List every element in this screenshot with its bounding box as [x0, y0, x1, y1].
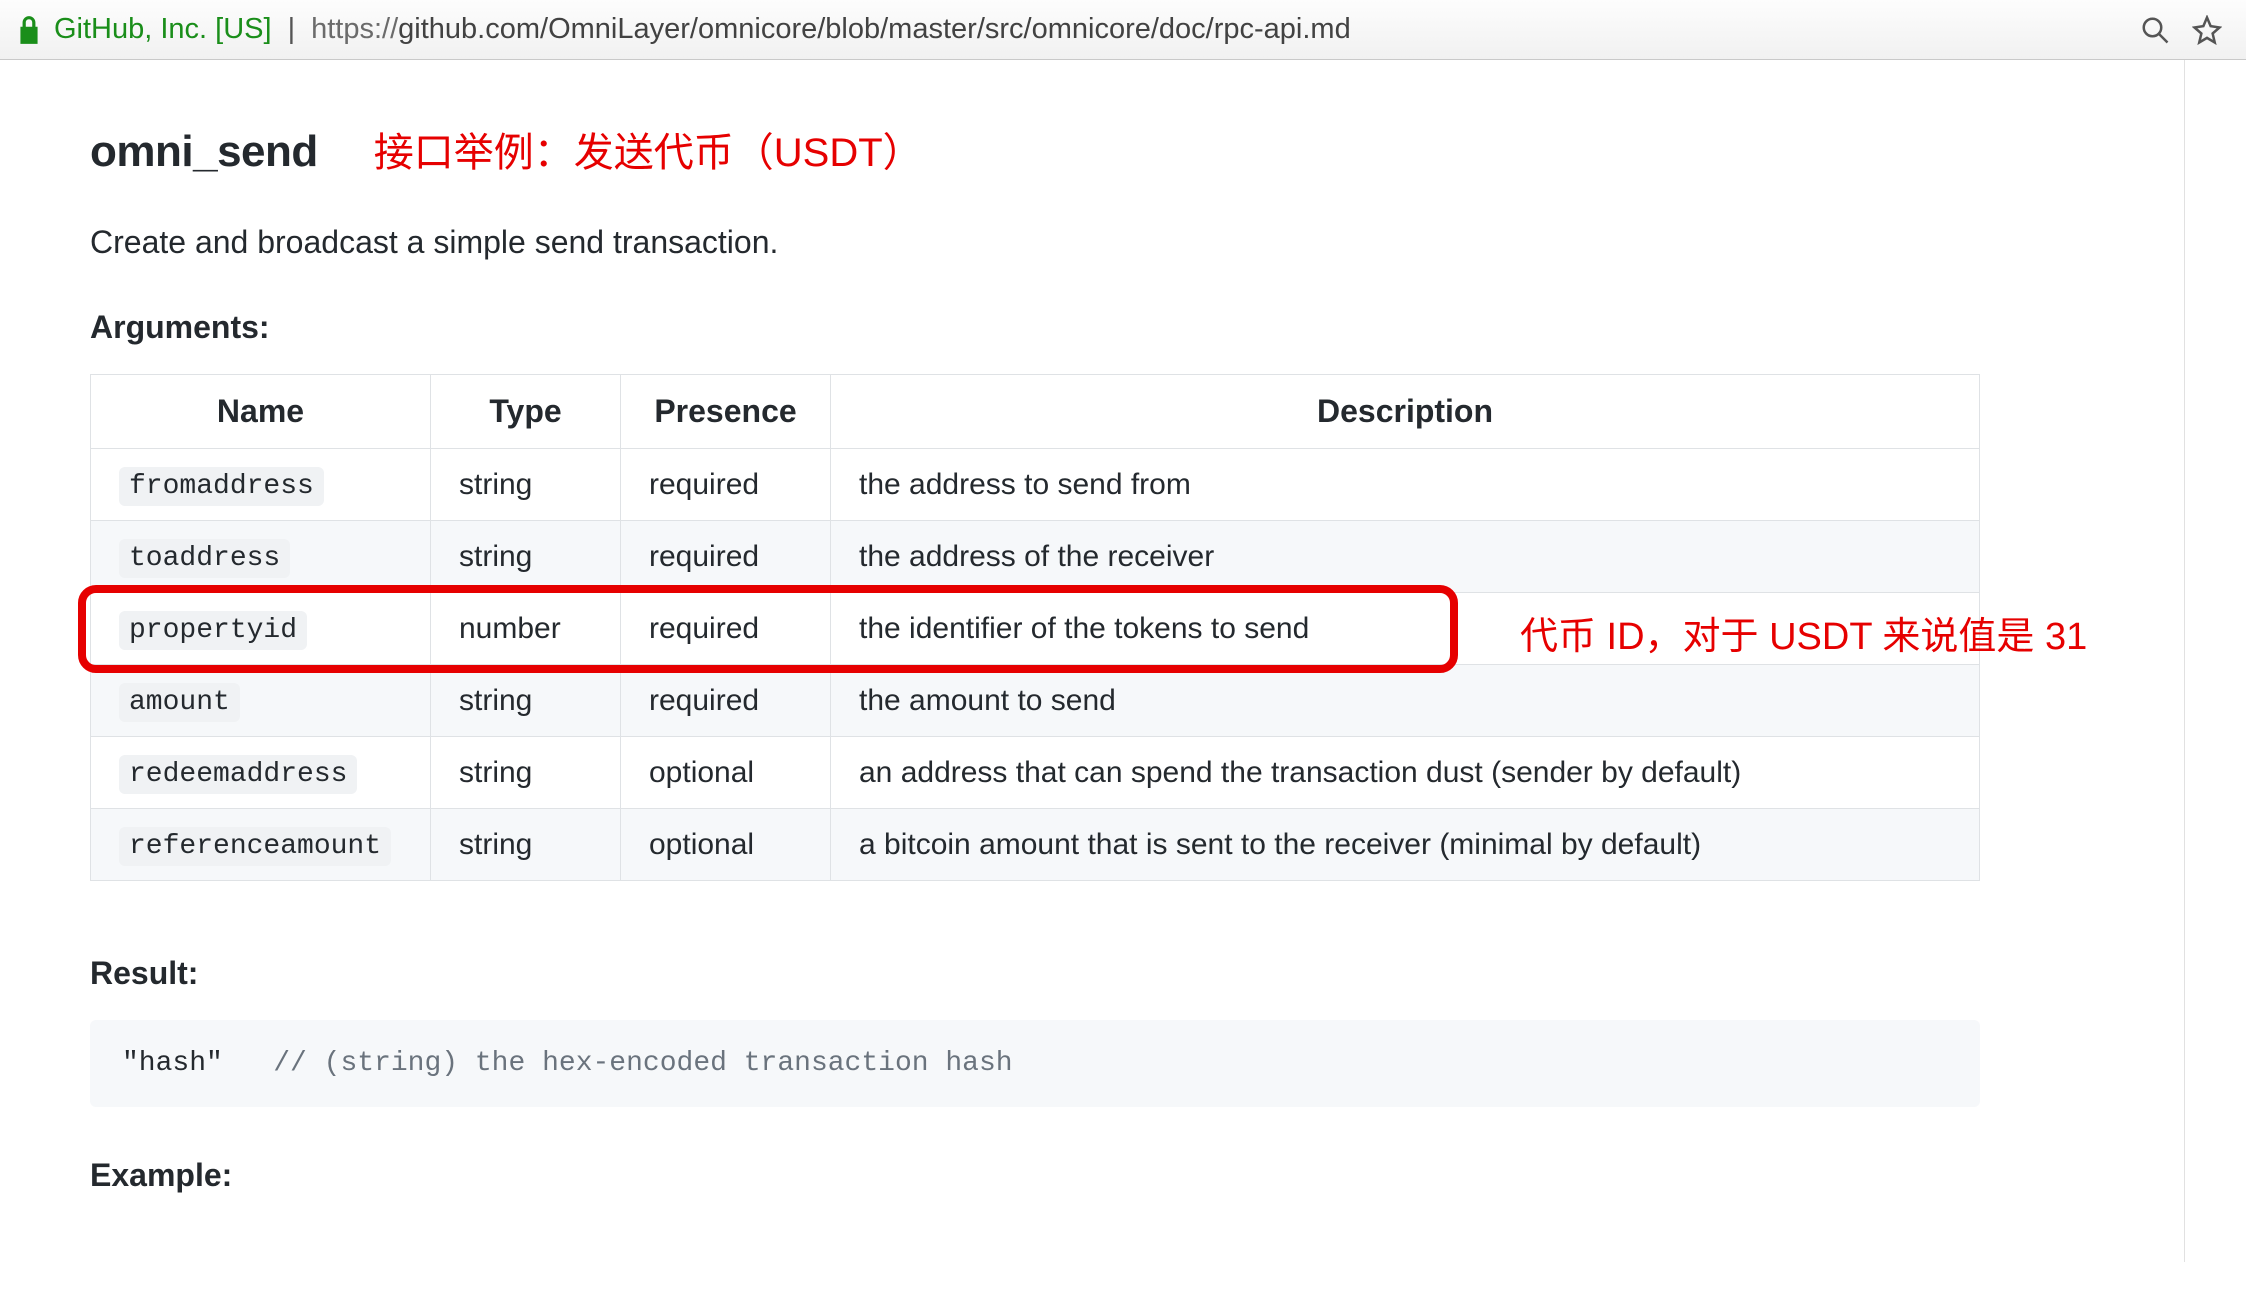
code-comment-token: // (string) the hex-encoded transaction …: [273, 1048, 1012, 1079]
arg-type-cell: string: [431, 665, 621, 737]
lock-icon: [14, 15, 44, 45]
address-bar-left: GitHub, Inc. [US] |: [14, 13, 301, 46]
url-scheme: https://: [311, 13, 398, 45]
result-code-block: "hash" // (string) the hex-encoded trans…: [90, 1020, 1980, 1107]
address-separator: |: [282, 13, 302, 46]
annotation-row-label: 代币 ID，对于 USDT 来说值是 31: [1520, 605, 2087, 660]
col-presence: Presence: [621, 375, 831, 449]
bookmark-star-icon[interactable]: [2192, 15, 2222, 45]
arg-name-cell: fromaddress: [91, 449, 431, 521]
arg-name-cell: redeemaddress: [91, 737, 431, 809]
arg-presence-cell: optional: [621, 737, 831, 809]
arg-name-code: toaddress: [119, 539, 290, 578]
arg-presence-cell: required: [621, 593, 831, 665]
col-description: Description: [831, 375, 1980, 449]
zoom-icon[interactable]: [2140, 15, 2170, 45]
arg-type-cell: string: [431, 737, 621, 809]
arg-description-cell: an address that can spend the transactio…: [831, 737, 1980, 809]
col-name: Name: [91, 375, 431, 449]
url-rest: github.com/OmniLayer/omnicore/blob/maste…: [398, 13, 1351, 45]
arg-description-cell: the amount to send: [831, 665, 1980, 737]
api-method-summary: Create and broadcast a simple send trans…: [90, 224, 2094, 261]
table-row: fromaddress stringrequiredthe address to …: [91, 449, 1980, 521]
arg-name-cell: toaddress: [91, 521, 431, 593]
address-bar-right: [2140, 15, 2232, 45]
table-row: amount stringrequiredthe amount to send: [91, 665, 1980, 737]
arg-name-code: fromaddress: [119, 467, 324, 506]
api-method-heading: omni_send: [90, 127, 318, 177]
arg-description-cell: a bitcoin amount that is sent to the rec…: [831, 809, 1980, 881]
arg-name-cell: propertyid: [91, 593, 431, 665]
arg-name-cell: amount: [91, 665, 431, 737]
arg-presence-cell: required: [621, 521, 831, 593]
arg-name-code: amount: [119, 683, 240, 722]
arg-presence-cell: required: [621, 665, 831, 737]
arg-description-cell: the address of the receiver: [831, 521, 1980, 593]
doc-article: omni_send 接口举例：发送代币（USDT） Create and bro…: [0, 60, 2185, 1262]
arg-type-cell: string: [431, 449, 621, 521]
table-header-row: Name Type Presence Description: [91, 375, 1980, 449]
code-string-token: "hash": [122, 1048, 223, 1079]
col-type: Type: [431, 375, 621, 449]
arg-name-cell: referenceamount: [91, 809, 431, 881]
arg-name-code: redeemaddress: [119, 755, 357, 794]
arg-type-cell: number: [431, 593, 621, 665]
table-row: toaddress stringrequiredthe address of th…: [91, 521, 1980, 593]
arg-type-cell: string: [431, 521, 621, 593]
arguments-heading: Arguments:: [90, 309, 2094, 346]
ssl-org-name: GitHub, Inc. [US]: [54, 13, 272, 46]
arguments-table-wrap: Name Type Presence Description fromaddre…: [90, 374, 1980, 881]
arg-name-code: referenceamount: [119, 827, 391, 866]
annotation-heading: 接口举例：发送代币（USDT）: [374, 120, 923, 178]
arg-presence-cell: optional: [621, 809, 831, 881]
address-url[interactable]: https://github.com/OmniLayer/omnicore/bl…: [311, 13, 2130, 46]
browser-address-bar[interactable]: GitHub, Inc. [US] | https://github.com/O…: [0, 0, 2246, 60]
example-heading: Example:: [90, 1157, 2094, 1194]
table-row: referenceamount stringoptionala bitcoin a…: [91, 809, 1980, 881]
arg-type-cell: string: [431, 809, 621, 881]
table-row: redeemaddress stringoptionalan address th…: [91, 737, 1980, 809]
arg-presence-cell: required: [621, 449, 831, 521]
result-heading: Result:: [90, 955, 2094, 992]
arg-description-cell: the address to send from: [831, 449, 1980, 521]
arg-name-code: propertyid: [119, 611, 307, 650]
